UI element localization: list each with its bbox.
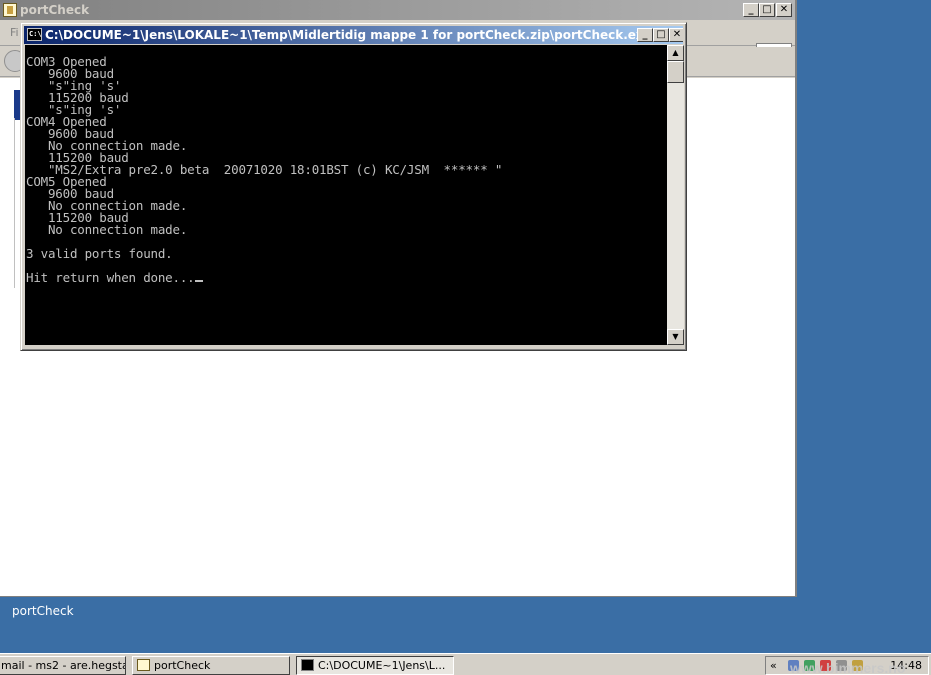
console-maximize-button[interactable]: □ bbox=[653, 28, 669, 42]
portcheck-title: portCheck bbox=[20, 3, 90, 17]
console-minimize-button[interactable]: _ bbox=[637, 28, 653, 42]
console-cursor bbox=[194, 280, 203, 282]
cmd-icon bbox=[301, 659, 314, 671]
console-title: C:\DOCUME~1\Jens\LOKALE~1\Temp\Midlertid… bbox=[45, 28, 652, 42]
scroll-up-button[interactable]: ▲ bbox=[667, 45, 684, 61]
minimize-button[interactable]: _ bbox=[743, 3, 759, 17]
console-window: C:\ C:\DOCUME~1\Jens\LOKALE~1\Temp\Midle… bbox=[20, 22, 687, 351]
cmd-icon: C:\ bbox=[27, 28, 42, 41]
console-text: COM3 Opened 9600 baud "s"ing 's' 115200 … bbox=[26, 55, 502, 284]
taskbar-button-label: C:\DOCUME~1\Jens\L... bbox=[318, 659, 446, 672]
console-scrollbar[interactable]: ▲ ▼ bbox=[667, 45, 684, 345]
maximize-button[interactable]: □ bbox=[759, 3, 775, 17]
console-line: No connection made. bbox=[26, 222, 188, 237]
console-titlebar[interactable]: C:\ C:\DOCUME~1\Jens\LOKALE~1\Temp\Midle… bbox=[24, 26, 683, 44]
console-close-button[interactable]: ✕ bbox=[669, 28, 683, 42]
desktop-label: portCheck bbox=[12, 604, 74, 618]
watermark: www.bimmers.no bbox=[790, 660, 906, 675]
taskbar-button-label: portCheck bbox=[154, 659, 211, 672]
console-output[interactable]: COM3 Opened 9600 baud "s"ing 's' 115200 … bbox=[25, 45, 667, 345]
file-menu[interactable]: Fi bbox=[10, 26, 19, 39]
taskbar-button-label: mail - ms2 - are.hegsta... bbox=[1, 659, 126, 672]
close-button[interactable]: ✕ bbox=[776, 3, 792, 17]
taskbar-button-console[interactable]: C:\DOCUME~1\Jens\L... bbox=[296, 656, 454, 675]
folder-icon bbox=[137, 659, 150, 671]
taskbar-button-mail[interactable]: mail - ms2 - are.hegsta... bbox=[0, 656, 126, 675]
scroll-down-button[interactable]: ▼ bbox=[667, 329, 684, 345]
folder-icon bbox=[3, 3, 17, 17]
console-line: Hit return when done... bbox=[26, 271, 502, 284]
console-line: 3 valid ports found. bbox=[26, 246, 173, 261]
portcheck-titlebar[interactable]: portCheck _ □ ✕ bbox=[0, 0, 795, 20]
scroll-thumb[interactable] bbox=[667, 61, 684, 83]
tray-expand-button[interactable]: « bbox=[770, 657, 777, 674]
taskbar-button-portcheck[interactable]: portCheck bbox=[132, 656, 290, 675]
